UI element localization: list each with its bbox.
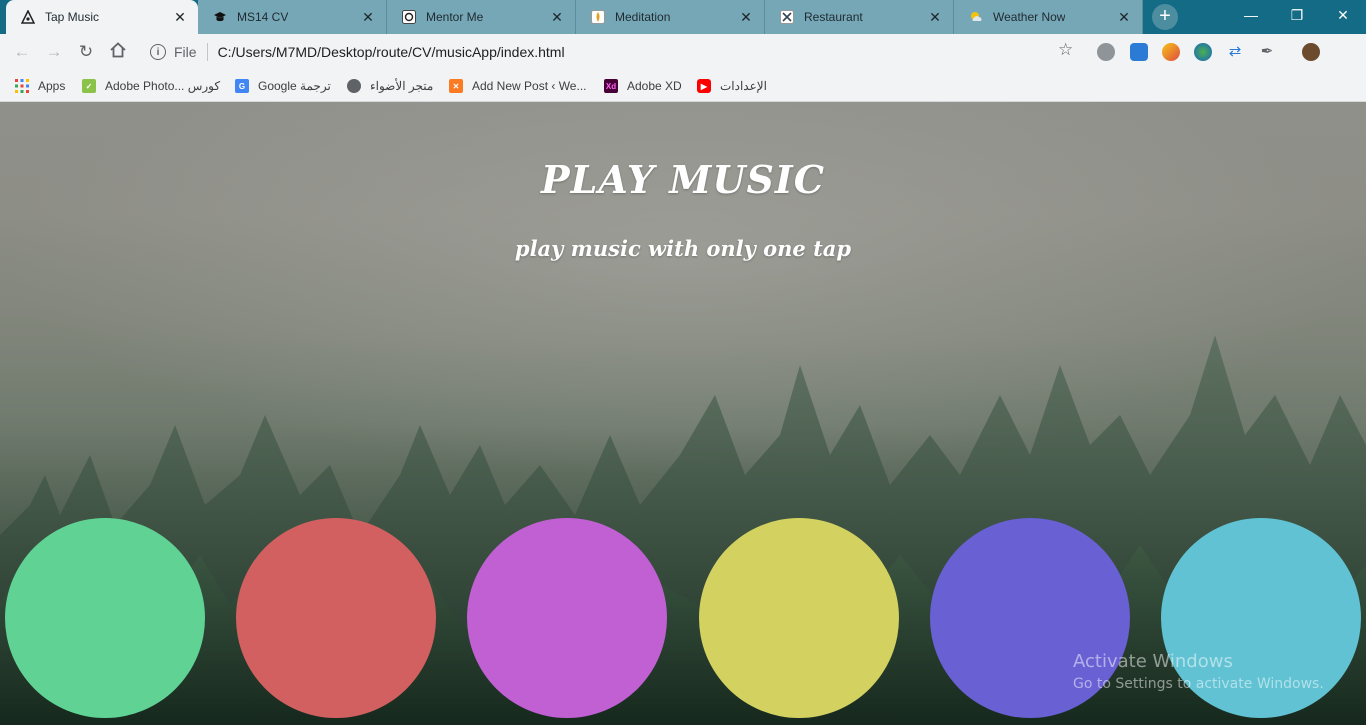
page-viewport: PLAY MUSIC play music with only one tap … — [0, 102, 1366, 725]
info-icon[interactable]: i — [150, 44, 166, 60]
divider — [206, 43, 208, 61]
music-pad-4[interactable] — [699, 518, 899, 718]
watermark-subtitle: Go to Settings to activate Windows. — [1073, 676, 1324, 692]
tab-label: Restaurant — [804, 10, 863, 24]
tab-ms14-cv[interactable]: MS14 CV ✕ — [198, 0, 387, 34]
music-pad-2[interactable] — [236, 518, 436, 718]
url-scheme: File — [174, 44, 197, 60]
bookmark-apps[interactable]: Apps — [15, 77, 65, 95]
close-icon[interactable]: ✕ — [1116, 9, 1132, 25]
music-app-icon — [20, 9, 36, 25]
adobe-photoshop-icon: ✓ — [82, 79, 96, 93]
bookmark-add-new-post[interactable]: ✕ Add New Post ‹ We... — [449, 77, 587, 95]
bookmark-google-translate[interactable]: G Google ترجمة — [235, 77, 331, 95]
bookmark-adobe-photoshop[interactable]: ✓ Adobe Photo... كورس — [82, 77, 220, 95]
url-text: C:/Users/M7MD/Desktop/route/CV/musicApp/… — [217, 44, 565, 60]
bookmarks-bar: Apps ✓ Adobe Photo... كورس G Google ترجم… — [0, 70, 1366, 102]
extension-colorzilla-icon[interactable] — [1162, 43, 1180, 61]
tab-label: Mentor Me — [426, 10, 484, 24]
apps-grid-icon — [15, 79, 29, 93]
home-icon — [110, 42, 126, 58]
tab-mentor-me[interactable]: Mentor Me ✕ — [387, 0, 576, 34]
tab-label: MS14 CV — [237, 10, 289, 24]
bookmark-settings[interactable]: ▶ الإعدادات — [697, 77, 767, 95]
bookmark-label: Add New Post ‹ We... — [472, 79, 587, 93]
meditation-icon — [590, 9, 606, 25]
bookmark-adobe-xd[interactable]: Xd Adobe XD — [604, 77, 682, 95]
mentor-logo-icon — [401, 9, 417, 25]
eyedropper-icon[interactable]: ✒ — [1258, 43, 1276, 61]
extension-arrows-icon[interactable]: ⇄ — [1226, 43, 1244, 61]
close-icon[interactable]: ✕ — [738, 9, 754, 25]
tab-label: Tap Music — [45, 10, 100, 24]
bookmark-label: Adobe Photo... كورس — [105, 79, 221, 93]
close-window-button[interactable]: ✕ — [1320, 0, 1366, 30]
youtube-icon: ▶ — [697, 79, 711, 93]
extension-download-icon[interactable] — [1130, 43, 1148, 61]
adobe-xd-icon: Xd — [604, 79, 618, 93]
extension-globe-icon[interactable] — [1194, 43, 1212, 61]
home-button[interactable] — [107, 41, 129, 63]
back-button[interactable]: ← — [11, 41, 33, 63]
close-icon[interactable]: ✕ — [549, 9, 565, 25]
browser-toolbar: ← → ↻ i File C:/Users/M7MD/Desktop/route… — [0, 34, 1366, 70]
page-subtitle: play music with only one tap — [514, 236, 852, 261]
forward-button[interactable]: → — [43, 41, 65, 63]
bookmark-store[interactable]: متجر الأضواء — [347, 77, 433, 95]
reload-button[interactable]: ↻ — [75, 41, 97, 63]
windows-activation-watermark: Activate Windows Go to Settings to activ… — [1073, 651, 1324, 692]
profile-avatar[interactable] — [1302, 43, 1320, 61]
bookmark-star-icon[interactable]: ☆ — [1058, 40, 1073, 60]
bookmark-label: الإعدادات — [720, 79, 767, 93]
bookmark-label: Apps — [38, 79, 66, 93]
bookmark-label: Adobe XD — [627, 79, 682, 93]
tab-tap-music[interactable]: Tap Music ✕ — [6, 0, 198, 34]
tab-label: Meditation — [615, 10, 671, 24]
xampp-icon: ✕ — [449, 79, 463, 93]
tab-restaurant[interactable]: Restaurant ✕ — [765, 0, 954, 34]
address-bar[interactable]: i File C:/Users/M7MD/Desktop/route/CV/mu… — [140, 37, 1090, 67]
extension-cube-icon[interactable] — [1097, 43, 1115, 61]
bookmark-label: Google ترجمة — [258, 79, 331, 93]
google-translate-icon: G — [235, 79, 249, 93]
tab-label: Weather Now — [993, 10, 1066, 24]
weather-icon — [968, 9, 984, 25]
restore-button[interactable]: ❐ — [1274, 0, 1320, 30]
restaurant-icon — [779, 9, 795, 25]
graduation-cap-icon — [212, 9, 228, 25]
close-icon[interactable]: ✕ — [172, 9, 188, 25]
bookmark-label: متجر الأضواء — [370, 79, 434, 93]
tab-meditation[interactable]: Meditation ✕ — [576, 0, 765, 34]
close-icon[interactable]: ✕ — [360, 9, 376, 25]
globe-icon — [347, 79, 361, 93]
close-icon[interactable]: ✕ — [927, 9, 943, 25]
tab-weather-now[interactable]: Weather Now ✕ — [954, 0, 1143, 34]
new-tab-button[interactable]: + — [1152, 4, 1178, 30]
page-title: PLAY MUSIC — [541, 157, 825, 202]
minimize-button[interactable]: — — [1228, 0, 1274, 30]
music-pad-1[interactable] — [5, 518, 205, 718]
tab-strip: Tap Music ✕ MS14 CV ✕ Mentor Me ✕ Medita… — [0, 0, 1366, 34]
music-pad-3[interactable] — [467, 518, 667, 718]
watermark-title: Activate Windows — [1073, 651, 1233, 672]
